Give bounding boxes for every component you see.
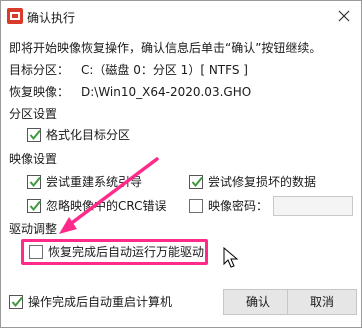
cancel-button[interactable]: 取消 bbox=[287, 289, 357, 315]
auto-reboot-label[interactable]: 操作完成后自动重启计算机 bbox=[28, 295, 172, 309]
auto-reboot-checkbox[interactable] bbox=[9, 295, 23, 309]
mouse-cursor-icon bbox=[223, 247, 239, 268]
confirm-dialog: 确认执行 即将开始映像恢复操作，确认信息后单击“确认”按钮继续。 目标分区： C… bbox=[0, 0, 362, 328]
annotation-arrow-icon bbox=[59, 157, 159, 234]
confirm-button[interactable]: 确认 bbox=[223, 289, 293, 315]
